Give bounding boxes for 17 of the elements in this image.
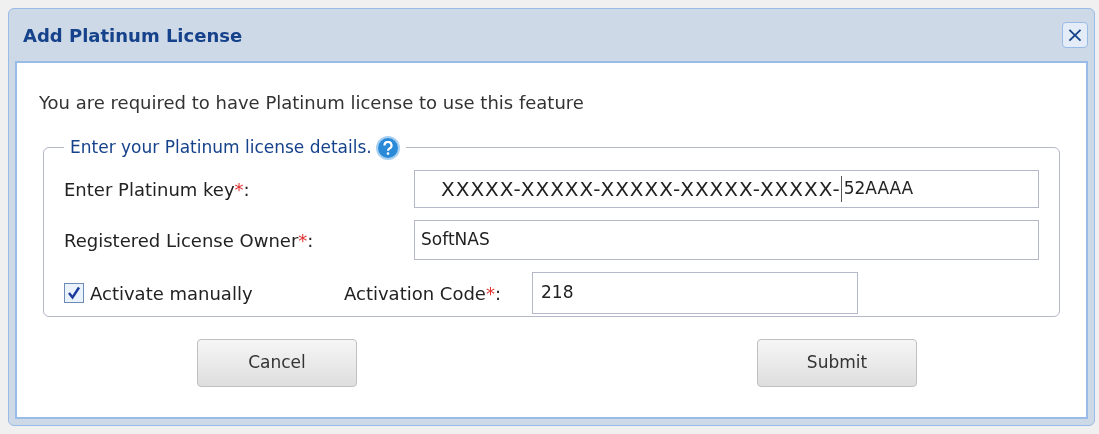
field-label: Enter Platinum key*:	[64, 177, 251, 202]
key-value: XXXXX-XXXXX-XXXXX-XXXXX-XXXXX-	[441, 176, 841, 203]
close-button[interactable]: ×	[1062, 22, 1088, 48]
field-label: Activation Code*:	[344, 281, 502, 306]
help-icon[interactable]	[375, 135, 400, 160]
fieldset-legend: Enter your Platinum license details.	[70, 135, 372, 161]
cancel-button[interactable]: Cancel	[197, 339, 357, 387]
owner-field[interactable]: SoftNAS	[414, 220, 1039, 260]
activation-code-field[interactable]: 218	[532, 272, 858, 314]
checkbox-label: Activate manually	[90, 281, 253, 306]
field-label: Registered License Owner*:	[64, 228, 315, 253]
message-text: You are required to have Platinum license to use this feature	[39, 91, 585, 115]
key-value-end: 52AAAA	[840, 176, 914, 202]
key-field[interactable]: XXXXX-XXXXX-XXXXX-XXXXX-XXXXX-52AAAA	[414, 170, 1039, 208]
submit-button[interactable]: Submit	[757, 339, 917, 387]
checkbox[interactable]	[64, 283, 84, 303]
window-title: Add Platinum License	[23, 23, 243, 48]
